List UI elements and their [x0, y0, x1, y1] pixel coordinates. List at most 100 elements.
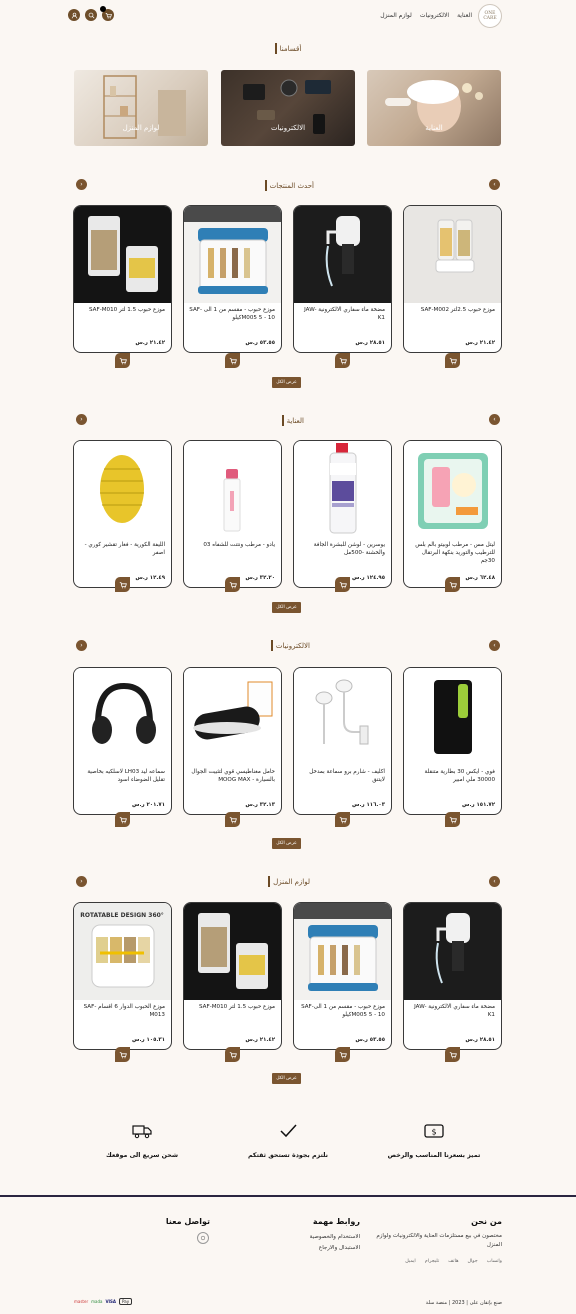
add-to-cart-button[interactable]: [445, 353, 460, 368]
cart-icon[interactable]: [100, 6, 114, 21]
product-card[interactable]: مضخة ماء سفاري الالكترونية JAW-K1 ٢٨.٥١ …: [403, 902, 502, 1050]
add-to-cart-button[interactable]: [335, 812, 350, 827]
nav-electronics[interactable]: الالكترونيات: [420, 12, 449, 19]
add-to-cart-button[interactable]: [335, 353, 350, 368]
product-price: ١٢.٤٩ ر.س: [135, 575, 165, 581]
add-to-cart-button[interactable]: [115, 1047, 130, 1062]
product-card[interactable]: سماعه ليد LH03 لاسلكيه بخاصية تقليل الضو…: [73, 667, 172, 815]
social-icon[interactable]: [197, 1232, 209, 1244]
feature-price: $ تميز بسعرنا المناسب والرخص: [364, 1122, 504, 1159]
svg-text:$: $: [431, 1128, 436, 1137]
product-price: ٥٣.٥٥ ر.س: [355, 1037, 385, 1043]
product-price: ١٥١.٧٢ ر.س: [462, 802, 495, 808]
phone-link[interactable]: هاتف: [448, 1259, 458, 1264]
search-icon[interactable]: [85, 9, 97, 21]
add-to-cart-button[interactable]: [225, 812, 240, 827]
product-name: موزع الحبوب الدوار 6 اقسام SAF-M013: [83, 1004, 165, 1018]
product-name: سماعه ليد LH03 لاسلكيه بخاصية تقليل الضو…: [87, 769, 165, 783]
product-name: موزع حبوب 1.5 لتر SAF-M010: [89, 307, 165, 313]
product-price: ٢١.٤٢ ر.س: [135, 340, 165, 346]
product-name: مضخة ماء سفاري الالكترونية JAW-K1: [414, 1004, 495, 1018]
about-text: مختصون في بيع مستلزمات العناية والالكترو…: [376, 1233, 502, 1248]
contact-title: تواصل معنا: [165, 1217, 210, 1226]
category-card-electronics[interactable]: الالكترونيات: [221, 70, 355, 146]
product-card[interactable]: حامل مغناطيسي قوي لتثبيت الجوال بالسيارة…: [183, 667, 282, 815]
product-price: ٢٨.٥١ ر.س: [465, 1037, 495, 1043]
returns-link[interactable]: الاستبدال والارجاع: [319, 1244, 360, 1253]
product-card[interactable]: موزع حبوب - مقسم من 1 الى SAF-M005 5 - 1…: [183, 205, 282, 353]
about-title: من نحن: [471, 1217, 502, 1226]
product-card[interactable]: موزع حبوب 1.5 لتر SAF-M010 ٢١.٤٢ ر.س: [73, 205, 172, 353]
electronics-prev-arrow[interactable]: ‹: [76, 640, 87, 651]
email-link[interactable]: ايميل: [405, 1259, 416, 1264]
care-prev-arrow[interactable]: ‹: [76, 414, 87, 425]
mastercard-icon: master: [74, 1299, 89, 1304]
product-card[interactable]: يوسرين - لوشن للبشرة الجافة والخشنة -500…: [293, 440, 392, 588]
show-all-button[interactable]: عرض الكل: [272, 377, 301, 388]
cart-badge: [100, 6, 106, 12]
category-card-home[interactable]: لوازم المنزل: [74, 70, 208, 146]
footer-divider: [0, 1195, 576, 1197]
nav-home[interactable]: لوازم المنزل: [380, 12, 412, 19]
categories-title: أقسامنا: [0, 43, 576, 54]
product-price: ١٠٥.٣١ ر.س: [132, 1037, 165, 1043]
truck-icon: [132, 1125, 152, 1139]
show-all-button[interactable]: عرض الكل: [272, 838, 301, 849]
product-price: ٢١.٤٢ ر.س: [465, 340, 495, 346]
add-to-cart-button[interactable]: [115, 353, 130, 368]
category-card-care[interactable]: العناية: [367, 70, 501, 146]
home-next-arrow[interactable]: ›: [489, 876, 500, 887]
telegram-link[interactable]: تليجرام: [425, 1259, 439, 1264]
contact-methods: واتساب جوال هاتف تليجرام ايميل: [405, 1259, 502, 1264]
product-card[interactable]: مضخة ماء سفاري الالكترونية JAW-K1 ٢٨.٥١ …: [293, 205, 392, 353]
feature-title: نلتزم بجودة تستحق ثقتكم: [247, 1152, 329, 1159]
image-caption: 360° ROTATABLE DESIGN: [80, 912, 164, 919]
product-card[interactable]: موزع حبوب 2.5لتر SAF-M002 ٢١.٤٢ ر.س: [403, 205, 502, 353]
add-to-cart-button[interactable]: [115, 812, 130, 827]
product-card[interactable]: يادو - مرطب ونتنت للشفاه 03 ٣٢.٢٠ ر.س: [183, 440, 282, 588]
add-to-cart-button[interactable]: [445, 1047, 460, 1062]
add-to-cart-button[interactable]: [335, 1047, 350, 1062]
add-to-cart-button[interactable]: [225, 353, 240, 368]
home-prev-arrow[interactable]: ‹: [76, 876, 87, 887]
electronics-next-arrow[interactable]: ›: [489, 640, 500, 651]
latest-next-arrow[interactable]: ›: [489, 179, 500, 190]
product-card[interactable]: فوي - ايكس 30 بطارية متنقلة 30000 ملي ام…: [403, 667, 502, 815]
site-logo[interactable]: ONE CARE: [478, 4, 502, 28]
whatsapp-link[interactable]: واتساب: [487, 1259, 502, 1264]
add-to-cart-button[interactable]: [115, 577, 130, 592]
add-to-cart-button[interactable]: [445, 812, 460, 827]
product-name: ليتل مس - مرطب لوبيتو بالم بلس للترطيب و…: [415, 542, 495, 564]
show-all-button[interactable]: عرض الكل: [272, 602, 301, 613]
latest-prev-arrow[interactable]: ‹: [76, 179, 87, 190]
product-price: ١٢٤.٩٥ ر.س: [352, 575, 385, 581]
care-title: العناية: [281, 415, 304, 426]
add-to-cart-button[interactable]: [225, 577, 240, 592]
nav-care[interactable]: العناية: [457, 12, 472, 19]
add-to-cart-button[interactable]: [225, 1047, 240, 1062]
mobile-link[interactable]: جوال: [467, 1259, 477, 1264]
care-next-arrow[interactable]: ›: [489, 414, 500, 425]
user-icon[interactable]: [68, 9, 80, 21]
show-all-button[interactable]: عرض الكل: [272, 1073, 301, 1084]
product-image: [184, 206, 281, 303]
product-card[interactable]: اكليف - شارم برو سماعة بمدخل لايتنق ١١٦.…: [293, 667, 392, 815]
apple-pay-icon: Pay: [119, 1298, 133, 1305]
product-image: [294, 441, 391, 538]
product-card[interactable]: موزع حبوب - مقسم من 1 الىSAF-M005 5 - 10…: [293, 902, 392, 1050]
visa-icon: VISA: [105, 1299, 117, 1304]
product-image: [74, 441, 171, 538]
copyright: صنع بإتقان على | 2023 | منصة سلة: [425, 1300, 502, 1306]
product-image: [74, 668, 171, 765]
add-to-cart-button[interactable]: [335, 577, 350, 592]
add-to-cart-button[interactable]: [445, 577, 460, 592]
privacy-link[interactable]: الاستخدام والخصوصية: [310, 1233, 360, 1242]
product-name: موزع حبوب - مقسم من 1 الى SAF-M005 5 - 1…: [189, 307, 275, 321]
site-header: ONE CARE العناية الالكترونيات لوازم المن…: [0, 0, 576, 32]
product-card[interactable]: الليفة الكورية - فغار تقشير كوري - اصفر …: [73, 440, 172, 588]
product-card[interactable]: 360° ROTATABLE DESIGN موزع الحبوب الدوار…: [73, 902, 172, 1050]
product-price: ٦٢.٤٨ ر.س: [465, 575, 495, 581]
product-card[interactable]: ليتل مس - مرطب لوبيتو بالم بلس للترطيب و…: [403, 440, 502, 588]
latest-title: أحدث المنتجات: [264, 180, 314, 191]
product-card[interactable]: موزع حبوب 1.5 لتر SAF-M010 ٢١.٤٢ ر.س: [183, 902, 282, 1050]
